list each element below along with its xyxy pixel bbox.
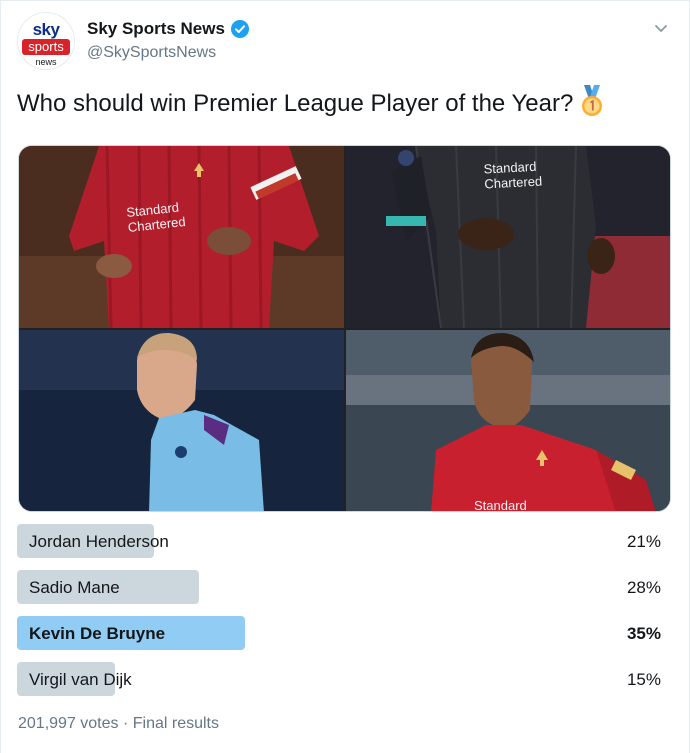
tweet-text-content: Who should win Premier League Player of … <box>17 90 574 117</box>
photo-1-sponsor: Standard Chartered <box>125 199 187 235</box>
photo-player-3[interactable] <box>19 330 344 511</box>
photo-4-art <box>346 330 670 511</box>
poll-option-percent: 21% <box>626 532 661 551</box>
chevron-down-icon[interactable] <box>652 19 670 37</box>
photo-4-sponsor: Standard <box>474 498 527 512</box>
photo-player-4[interactable]: Standard <box>346 330 670 512</box>
poll-option[interactable]: Kevin De Bruyne 35% <box>17 616 661 650</box>
account-handle[interactable]: @SkySportsNews <box>87 44 216 62</box>
poll-option[interactable]: Virgil van Dijk 15% <box>17 662 661 696</box>
media-grid[interactable]: Standard Chartered Standard Chartered St… <box>18 145 671 512</box>
avatar-logo-middle: sports <box>22 39 70 55</box>
photo-3-art <box>19 330 344 511</box>
photo-player-2[interactable]: Standard Chartered <box>346 146 670 328</box>
poll-option[interactable]: Jordan Henderson 21% <box>17 524 661 558</box>
verified-badge-icon <box>231 20 249 38</box>
account-name[interactable]: Sky Sports News <box>87 19 225 39</box>
tweet-text: Who should win Premier League Player of … <box>17 85 605 118</box>
photo-1-art <box>19 146 344 328</box>
avatar-logo-top: sky <box>32 20 60 39</box>
poll-option-percent: 15% <box>626 670 661 689</box>
poll-option-percent: 35% <box>626 624 661 643</box>
poll-option-label: Virgil van Dijk <box>29 670 132 689</box>
poll-summary: 201,997 votes · Final results <box>18 715 219 732</box>
poll-option-label: Jordan Henderson <box>29 532 169 551</box>
photo-player-1[interactable]: Standard Chartered <box>19 146 344 328</box>
avatar-logo-bottom: news <box>35 57 57 67</box>
poll-option-label: Kevin De Bruyne <box>29 624 166 643</box>
poll-option[interactable]: Sadio Mane 28% <box>17 570 661 604</box>
tweet-card[interactable]: sky sports news Sky Sports News @SkySpor… <box>0 0 690 753</box>
poll-option-label: Sadio Mane <box>29 578 120 597</box>
photo-2-sponsor: Standard Chartered <box>483 158 543 192</box>
avatar[interactable]: sky sports news <box>17 12 75 70</box>
poll-option-percent: 28% <box>626 578 661 597</box>
first-place-medal-icon <box>579 85 605 117</box>
